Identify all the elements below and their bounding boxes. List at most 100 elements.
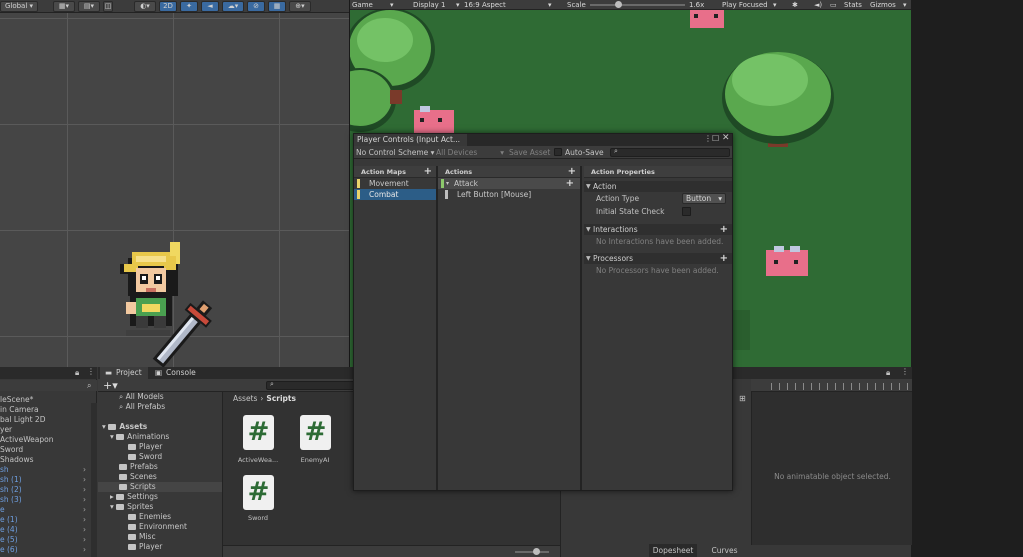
snap-toggle[interactable]: ◫: [103, 0, 113, 12]
action-item-attack[interactable]: ▾ Attack +: [438, 178, 580, 189]
hierarchy-item[interactable]: leScene*: [0, 395, 94, 405]
chevron-down-icon[interactable]: ▾: [446, 178, 449, 189]
file-item[interactable]: #: [300, 415, 331, 450]
devices-dropdown[interactable]: All Devices ▾: [436, 148, 504, 157]
add-action-button[interactable]: +: [568, 166, 576, 177]
chevron-right-icon[interactable]: ›: [83, 495, 86, 505]
file-item[interactable]: #: [243, 415, 274, 450]
action-section-header[interactable]: ▼ Action: [584, 181, 732, 192]
dopesheet-tab[interactable]: Dopesheet: [649, 544, 697, 557]
tree-all-models[interactable]: ⌕ All Models: [98, 392, 222, 402]
timeline-ruler[interactable]: [751, 379, 912, 392]
hierarchy-item[interactable]: sh ›: [0, 465, 94, 475]
global-toggle[interactable]: Global ▾: [0, 0, 38, 12]
2d-mode-button[interactable]: 2D: [159, 0, 177, 12]
add-processor-button[interactable]: +: [720, 253, 728, 264]
column-divider[interactable]: [580, 166, 582, 490]
hierarchy-item[interactable]: e (6) ›: [0, 545, 94, 555]
action-type-dropdown[interactable]: Button ▾: [682, 193, 726, 204]
tree-sprites-player[interactable]: Player: [98, 542, 222, 552]
scene-viewport[interactable]: [0, 13, 349, 367]
action-map-item[interactable]: Movement: [354, 178, 436, 189]
bug-icon[interactable]: ✱: [792, 1, 798, 9]
add-interaction-button[interactable]: +: [720, 224, 728, 235]
hierarchy-item[interactable]: Shadows: [0, 455, 94, 465]
hidden-objects-toggle[interactable]: ⊘: [247, 0, 265, 12]
processors-section-header[interactable]: ▼ Processors +: [584, 253, 732, 264]
control-scheme-dropdown[interactable]: No Control Scheme ▾: [356, 148, 434, 157]
close-icon[interactable]: ✕: [722, 133, 730, 143]
scale-slider-track[interactable]: [590, 4, 685, 6]
add-binding-button[interactable]: +: [566, 178, 574, 189]
chevron-right-icon[interactable]: ›: [83, 465, 86, 475]
tree-sprites[interactable]: ▾ Sprites: [98, 502, 222, 512]
window-tab[interactable]: Player Controls (Input Act...: [354, 134, 467, 146]
tree-animations[interactable]: ▾ Animations: [98, 432, 222, 442]
tree-assets[interactable]: ▾ Assets: [98, 422, 222, 432]
actions-search-input[interactable]: ⌕: [610, 147, 730, 157]
hierarchy-item[interactable]: e (5) ›: [0, 535, 94, 545]
action-map-item[interactable]: Combat: [354, 189, 436, 200]
game-tab[interactable]: Game: [352, 1, 373, 9]
display-dropdown[interactable]: Display 1: [413, 1, 445, 9]
hierarchy-scrollbar[interactable]: [91, 403, 97, 557]
scale-slider-thumb[interactable]: [615, 1, 622, 8]
icon-size-slider[interactable]: [515, 551, 549, 553]
hierarchy-item[interactable]: sh (3) ›: [0, 495, 94, 505]
tree-all-prefabs[interactable]: ⌕ All Prefabs: [98, 402, 222, 412]
hierarchy-item[interactable]: yer: [0, 425, 94, 435]
add-action-map-button[interactable]: +: [424, 166, 432, 177]
more-icon[interactable]: ⋮: [704, 134, 712, 143]
lock-icon[interactable]: 🔒︎: [75, 368, 79, 378]
keyboard-icon[interactable]: ▭: [830, 1, 837, 9]
hierarchy-item[interactable]: Sword: [0, 445, 94, 455]
tree-scenes[interactable]: Scenes: [98, 472, 222, 482]
file-item[interactable]: #: [243, 475, 274, 510]
chevron-right-icon[interactable]: ›: [83, 525, 86, 535]
tree-prefabs[interactable]: Prefabs: [98, 462, 222, 472]
gizmos-toggle[interactable]: Gizmos: [870, 1, 896, 9]
grid-toggle[interactable]: ▦: [268, 0, 286, 12]
breadcrumb-assets[interactable]: Assets: [233, 394, 257, 403]
tree-anim-sword[interactable]: Sword: [98, 452, 222, 462]
hierarchy-item[interactable]: in Camera: [0, 405, 94, 415]
lock-icon[interactable]: 🔒︎: [886, 368, 890, 378]
chevron-right-icon[interactable]: ›: [83, 535, 86, 545]
lighting-toggle[interactable]: ✦: [180, 0, 198, 12]
hierarchy-item[interactable]: ActiveWeapon: [0, 435, 94, 445]
interactions-section-header[interactable]: ▼ Interactions +: [584, 224, 732, 235]
gizmos-button[interactable]: ⊕▾: [289, 0, 311, 12]
hierarchy-item[interactable]: sh (1) ›: [0, 475, 94, 485]
tree-enemies[interactable]: Enemies: [98, 512, 222, 522]
tree-anim-player[interactable]: Player: [98, 442, 222, 452]
search-icon[interactable]: ⌕: [87, 381, 91, 391]
speaker-icon[interactable]: ◄): [814, 1, 822, 9]
curves-tab[interactable]: Curves: [698, 544, 751, 557]
tab-console[interactable]: ▣ Console: [150, 367, 202, 379]
initial-state-checkbox[interactable]: [682, 207, 691, 216]
effects-toggle[interactable]: ☁▾: [222, 0, 244, 12]
hierarchy-item[interactable]: e (1) ›: [0, 515, 94, 525]
binding-item[interactable]: Left Button [Mouse]: [438, 189, 580, 200]
more-icon[interactable]: ⋮: [87, 367, 95, 376]
maximize-icon[interactable]: ☐: [712, 134, 719, 143]
chevron-right-icon[interactable]: ›: [83, 485, 86, 495]
grid-snap-button[interactable]: ▦▾: [53, 0, 75, 12]
save-asset-button[interactable]: Save Asset: [509, 148, 550, 157]
tree-scripts[interactable]: Scripts: [98, 482, 222, 492]
chevron-right-icon[interactable]: ›: [83, 505, 86, 515]
auto-save-checkbox[interactable]: [554, 148, 562, 156]
chevron-right-icon[interactable]: ›: [83, 515, 86, 525]
hierarchy-item[interactable]: bal Light 2D: [0, 415, 94, 425]
tree-environment[interactable]: Environment: [98, 522, 222, 532]
more-icon[interactable]: ⋮: [901, 367, 909, 376]
hierarchy-item[interactable]: e ›: [0, 505, 94, 515]
draw-mode-button[interactable]: ◐▾: [134, 0, 156, 12]
snap-increment-button[interactable]: ▤▾: [78, 0, 100, 12]
aspect-dropdown[interactable]: 16:9 Aspect: [464, 1, 506, 9]
tab-project[interactable]: ▬ Project: [100, 367, 148, 379]
hierarchy-item[interactable]: sh (2) ›: [0, 485, 94, 495]
create-button[interactable]: +▾: [103, 379, 118, 392]
add-keyframe-icon[interactable]: ⊞: [739, 394, 746, 403]
icon-size-slider-thumb[interactable]: [533, 548, 540, 555]
